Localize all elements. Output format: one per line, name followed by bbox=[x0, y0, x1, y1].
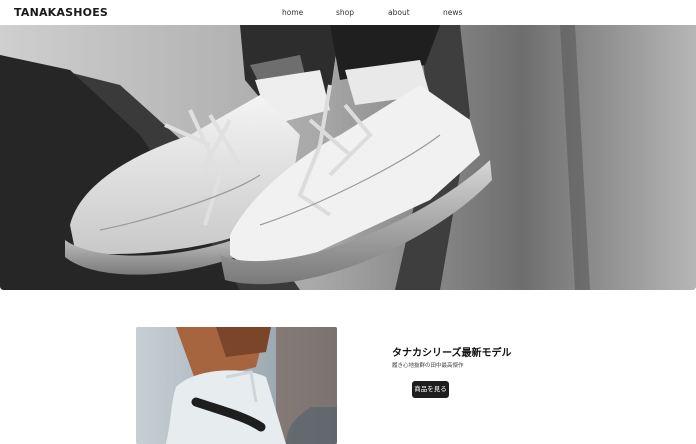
hero-photo bbox=[0, 25, 696, 290]
nav-item-about[interactable]: about bbox=[388, 8, 410, 17]
nav-item-news[interactable]: news bbox=[443, 8, 462, 17]
main-nav: home shop about news bbox=[0, 8, 696, 20]
product-photo bbox=[136, 327, 337, 444]
site-header: TANAKASHOES home shop about news bbox=[0, 0, 696, 25]
nav-item-home[interactable]: home bbox=[282, 8, 303, 17]
hero-image bbox=[0, 25, 696, 290]
nav-item-shop[interactable]: shop bbox=[336, 8, 354, 17]
product-subtitle: 履き心地抜群の田中最高傑作 bbox=[392, 363, 464, 369]
featured-product-image[interactable] bbox=[136, 327, 337, 444]
view-product-button[interactable]: 商品を見る bbox=[412, 381, 449, 398]
product-title: タナカシリーズ最新モデル bbox=[392, 348, 512, 359]
